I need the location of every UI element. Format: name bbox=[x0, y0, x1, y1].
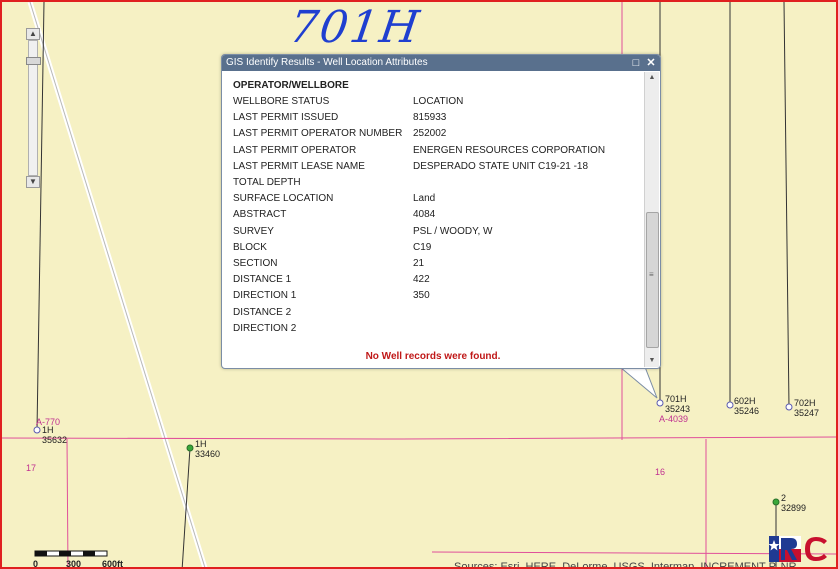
well-api-label: 32899 bbox=[781, 503, 807, 513]
no-records-message: No Well records were found. bbox=[365, 351, 501, 362]
attribute-heading: OPERATOR/WELLBORE bbox=[233, 80, 349, 91]
attribute-key: WELLBORE STATUS bbox=[233, 96, 330, 107]
popup-content: OPERATOR/WELLBORE WELLBORE STATUS LOCATIO… bbox=[222, 72, 644, 367]
attribute-key: DISTANCE 2 bbox=[233, 306, 292, 318]
section-number-label: 17 bbox=[26, 463, 37, 473]
scale-bar-segment bbox=[83, 551, 95, 556]
attribute-value: 422 bbox=[413, 274, 430, 286]
well-location-symbol[interactable] bbox=[33, 426, 41, 434]
well-active-symbol[interactable] bbox=[772, 498, 780, 506]
identify-results-popup[interactable]: GIS Identify Results - Well Location Att… bbox=[221, 54, 661, 369]
well-bore-path bbox=[783, 2, 790, 408]
attribute-value: 21 bbox=[413, 258, 425, 269]
attribute-key: DISTANCE 1 bbox=[233, 274, 292, 286]
well-api-label: 33460 bbox=[195, 449, 221, 459]
scale-bar-segment bbox=[59, 551, 71, 556]
attribute-value: PSL / WOODY, W bbox=[413, 225, 493, 237]
attribute-value: C19 bbox=[413, 241, 432, 253]
scale-label: 0 bbox=[33, 559, 39, 569]
attribute-key: DIRECTION 2 bbox=[233, 322, 297, 334]
section-line bbox=[66, 438, 69, 567]
zoom-slider[interactable]: ▲ ▼ bbox=[26, 28, 41, 188]
well-active-symbol[interactable] bbox=[186, 444, 194, 452]
close-icon[interactable]: ✕ bbox=[645, 55, 657, 71]
attribute-key: ABSTRACT bbox=[233, 209, 287, 221]
handwritten-annotation: 701H bbox=[286, 2, 424, 53]
attribute-key: TOTAL DEPTH bbox=[233, 177, 301, 188]
well-name-label: 702H bbox=[794, 398, 816, 408]
well-name-label: 602H bbox=[734, 396, 756, 406]
popup-title: GIS Identify Results - Well Location Att… bbox=[226, 57, 428, 68]
grip-icon: ≡ bbox=[649, 270, 654, 279]
attribute-value: LOCATION bbox=[413, 96, 464, 107]
popup-pointer bbox=[618, 366, 658, 399]
well-api-label: 35247 bbox=[794, 408, 820, 418]
attribute-key: BLOCK bbox=[233, 241, 267, 253]
attribute-key: DIRECTION 1 bbox=[233, 290, 297, 302]
section-line bbox=[2, 436, 836, 440]
attribute-key: LAST PERMIT OPERATOR bbox=[233, 144, 357, 156]
well-api-label: 35632 bbox=[42, 435, 68, 445]
scale-label: 600ft bbox=[102, 559, 124, 569]
zoom-out-button[interactable]: ▼ bbox=[26, 176, 40, 188]
attribute-key: LAST PERMIT ISSUED bbox=[233, 112, 339, 124]
map-view[interactable]: 701H ▲ ▼ A-770 1H 35632 1H 33460 701H 35… bbox=[0, 0, 838, 569]
scale-bar-segment bbox=[35, 551, 47, 556]
attribute-value: 252002 bbox=[413, 128, 447, 140]
well-name-label: 1H bbox=[42, 425, 54, 435]
well-name-label: 1H bbox=[195, 439, 207, 449]
attribute-value: DESPERADO STATE UNIT C19-21 -18 bbox=[413, 160, 589, 172]
popup-header[interactable]: GIS Identify Results - Well Location Att… bbox=[222, 55, 660, 71]
zoom-track[interactable] bbox=[26, 40, 41, 176]
map-attribution: Sources: Esri, HERE, DeLorme, USGS, Inte… bbox=[454, 561, 797, 569]
attribute-value: Land bbox=[413, 193, 436, 205]
well-location-symbol[interactable] bbox=[656, 399, 664, 407]
well-location-symbol[interactable] bbox=[726, 401, 734, 409]
well-api-label: 35246 bbox=[734, 406, 760, 416]
attribute-value: ENERGEN RESOURCES CORPORATION bbox=[413, 144, 606, 156]
scale-label: 300 bbox=[66, 559, 82, 569]
maximize-icon[interactable]: □ bbox=[630, 55, 642, 71]
well-api-label: 35243 bbox=[665, 404, 691, 414]
abstract-label: A-4039 bbox=[659, 414, 689, 424]
popup-scrollbar[interactable]: ▲ ≡ ▼ bbox=[644, 72, 659, 367]
zoom-in-button[interactable]: ▲ bbox=[26, 28, 40, 40]
scroll-thumb[interactable]: ≡ bbox=[646, 212, 659, 348]
attribute-key: LAST PERMIT OPERATOR NUMBER bbox=[233, 128, 403, 140]
attribute-key: LAST PERMIT LEASE NAME bbox=[233, 160, 365, 172]
attribute-key: SURVEY bbox=[233, 225, 274, 237]
scroll-up-arrow[interactable]: ▲ bbox=[646, 73, 658, 83]
well-name-label: 2 bbox=[781, 493, 787, 503]
well-location-symbol[interactable] bbox=[785, 403, 793, 411]
attribute-value: 4084 bbox=[413, 209, 436, 221]
attribute-value: 350 bbox=[413, 290, 430, 302]
attribute-value: 815933 bbox=[413, 112, 447, 124]
well-name-label: 701H bbox=[665, 394, 687, 404]
section-number-label: 16 bbox=[655, 467, 666, 477]
zoom-handle[interactable] bbox=[26, 57, 41, 65]
scroll-down-arrow[interactable]: ▼ bbox=[646, 356, 658, 366]
attribute-key: SECTION bbox=[233, 258, 278, 269]
rrc-logo bbox=[769, 536, 827, 562]
attribute-key: SURFACE LOCATION bbox=[233, 193, 334, 205]
